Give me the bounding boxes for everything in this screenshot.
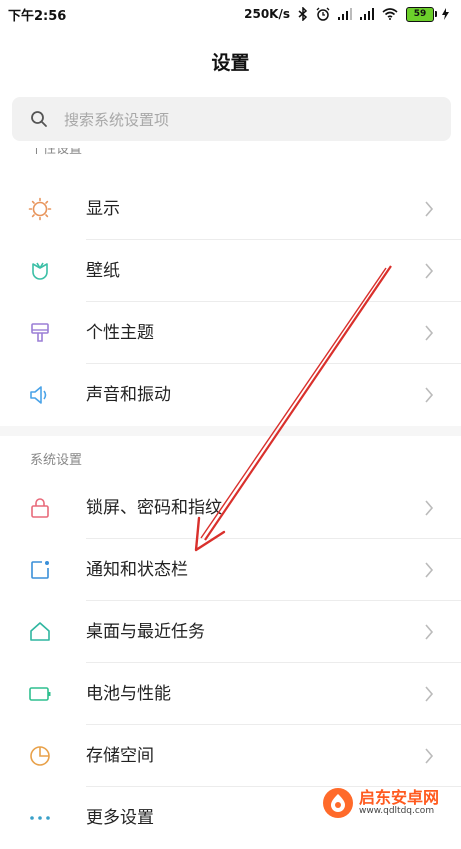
section-header-personal: 个性设置 xyxy=(30,148,82,162)
notification-icon xyxy=(31,561,49,579)
chevron-right-icon xyxy=(425,201,434,217)
chevron-right-icon xyxy=(425,387,434,403)
chevron-right-icon xyxy=(425,500,434,516)
watermark-logo-icon xyxy=(323,788,353,818)
battery-icon xyxy=(29,687,51,701)
settings-item-lockscreen[interactable]: 锁屏、密码和指纹 xyxy=(0,477,461,539)
page-title: 设置 xyxy=(211,52,250,74)
signal-icon-1 xyxy=(338,8,352,20)
settings-item-label: 电池与性能 xyxy=(86,684,171,704)
speaker-icon xyxy=(30,386,47,404)
watermark-url: www.qdltdq.com xyxy=(359,805,435,816)
settings-item-label: 通知和状态栏 xyxy=(86,560,188,580)
section-header-system: 系统设置 xyxy=(30,453,83,468)
charging-icon xyxy=(442,8,449,20)
settings-item-battery[interactable]: 电池与性能 xyxy=(0,663,461,725)
settings-item-label: 锁屏、密码和指纹 xyxy=(86,498,222,518)
search-bar[interactable]: 搜索系统设置项 xyxy=(12,97,451,141)
settings-item-label: 更多设置 xyxy=(86,808,154,828)
chevron-right-icon xyxy=(425,748,434,764)
lock-icon xyxy=(31,498,49,518)
signal-icon-2 xyxy=(360,8,374,20)
status-time: 下午2:56 xyxy=(8,8,67,24)
chevron-right-icon xyxy=(425,562,434,578)
sun-icon xyxy=(28,197,52,221)
bluetooth-icon xyxy=(298,7,308,21)
pie-chart-icon xyxy=(30,746,50,766)
settings-item-theme[interactable]: 个性主题 xyxy=(0,302,461,364)
settings-item-label: 壁纸 xyxy=(86,261,120,281)
settings-item-sound[interactable]: 声音和振动 xyxy=(0,364,461,426)
watermark-title: 启东安卓网 xyxy=(359,787,440,807)
settings-item-label: 个性主题 xyxy=(86,323,154,343)
wifi-icon xyxy=(382,8,398,20)
settings-item-notifications[interactable]: 通知和状态栏 xyxy=(0,539,461,601)
battery-level: 59 xyxy=(406,6,437,22)
more-dots-icon xyxy=(30,816,50,820)
settings-item-label: 声音和振动 xyxy=(86,385,171,405)
settings-item-label: 桌面与最近任务 xyxy=(86,622,205,642)
search-icon xyxy=(31,111,47,127)
status-bar: 下午2:56 250K/s 59 xyxy=(0,0,461,28)
chevron-right-icon xyxy=(425,263,434,279)
watermark: 启东安卓网 www.qdltdq.com xyxy=(323,785,453,821)
chevron-right-icon xyxy=(425,686,434,702)
tulip-icon xyxy=(32,262,48,280)
brush-icon xyxy=(31,323,49,342)
section-header-personal-label: 个性设置 xyxy=(30,148,83,157)
watermark-text: 启东安卓网 www.qdltdq.com xyxy=(359,787,440,816)
settings-item-display[interactable]: 显示 xyxy=(0,178,461,240)
chevron-right-icon xyxy=(425,624,434,640)
settings-item-wallpaper[interactable]: 壁纸 xyxy=(0,240,461,302)
chevron-right-icon xyxy=(425,325,434,341)
home-icon xyxy=(30,622,50,641)
settings-item-label: 存储空间 xyxy=(86,746,154,766)
settings-item-storage[interactable]: 存储空间 xyxy=(0,725,461,787)
alarm-icon xyxy=(316,7,330,21)
network-speed: 250K/s xyxy=(244,7,290,21)
search-placeholder: 搜索系统设置项 xyxy=(64,110,170,129)
status-icons: 250K/s 59 xyxy=(244,6,449,22)
settings-item-home[interactable]: 桌面与最近任务 xyxy=(0,601,461,663)
settings-item-label: 显示 xyxy=(86,199,120,219)
section-divider xyxy=(0,426,461,436)
